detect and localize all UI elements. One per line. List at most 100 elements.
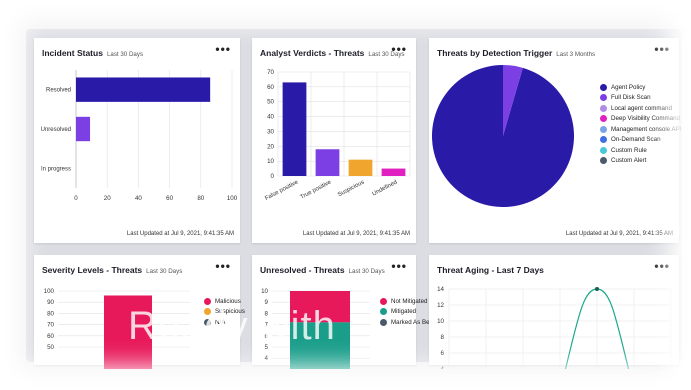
card-subtitle: Last 30 Days — [348, 268, 385, 275]
x-tick-label: False positive — [264, 179, 300, 202]
analyst-verdicts-card: Analyst Verdicts - Threats Last 30 Days •… — [252, 38, 416, 243]
data-point — [595, 287, 599, 291]
x-tick-label: Undefined — [371, 179, 398, 197]
y-tick-label: 100 — [44, 288, 55, 295]
detection-trigger-card: Threats by Detection Trigger Last 3 Month… — [429, 38, 682, 243]
legend-dot — [380, 308, 387, 316]
y-tick-label: 10 — [267, 158, 274, 165]
card-title-text: Incident Status — [42, 48, 103, 58]
x-tick-label: 100 — [227, 195, 238, 202]
legend-dot — [600, 115, 607, 123]
y-tick-label: 4 — [441, 366, 445, 369]
more-options-icon[interactable]: ••• — [391, 259, 407, 273]
y-tick-label: 30 — [267, 128, 274, 135]
card-title-text: Threat Aging - Last 7 Days — [437, 265, 544, 275]
card-subtitle: Last 3 Months — [556, 51, 596, 58]
y-tick-label: 10 — [261, 288, 268, 295]
more-options-icon[interactable]: ••• — [391, 42, 407, 56]
x-tick-label: 60 — [166, 195, 173, 202]
more-options-icon[interactable]: ••• — [215, 42, 231, 56]
detection-trigger-pie — [432, 65, 574, 207]
card-title: Threat Aging - Last 7 Days — [437, 265, 548, 275]
legend-dot — [600, 157, 607, 165]
last-updated: Last Updated at Jul 9, 2021, 9:41:35 AM — [126, 231, 234, 237]
card-title-text: Severity Levels - Threats — [42, 265, 143, 275]
legend-item[interactable]: Custom Rule — [600, 145, 682, 156]
y-tick-label: Resolved — [46, 88, 71, 94]
y-tick-label: Unresolved — [41, 127, 71, 133]
legend-label: On-Demand Scan — [611, 136, 661, 144]
legend-dot — [600, 136, 607, 144]
x-tick-label: 0 — [74, 195, 78, 202]
card-subtitle: Last 30 Days — [146, 268, 183, 275]
legend-dot — [600, 125, 607, 133]
legend-dot — [380, 318, 387, 326]
legend-label: Deep Visibility Command — [611, 115, 681, 123]
legend-label: Management console API — [611, 125, 682, 133]
bar — [348, 159, 373, 176]
y-tick-label: 70 — [267, 69, 274, 76]
legend-item[interactable]: Management console API — [600, 124, 682, 135]
x-tick-label: 40 — [135, 195, 142, 202]
bar — [315, 149, 340, 176]
y-tick-label: 60 — [47, 333, 54, 340]
legend-label: Custom Alert — [611, 157, 647, 165]
x-tick-label: 80 — [197, 195, 204, 202]
card-title: Incident Status Last 30 Days — [42, 48, 143, 58]
legend-label: Custom Rule — [611, 146, 647, 154]
y-tick-label: 80 — [47, 310, 54, 317]
last-updated: Last Updated at Jul 9, 2021, 9:41:35 AM — [565, 231, 673, 237]
card-title-text: Analyst Verdicts - Threats — [260, 48, 365, 58]
legend-label: Mitigated — [391, 308, 417, 316]
legend-dot — [600, 83, 607, 91]
card-title: Threats by Detection Trigger Last 3 Month… — [437, 48, 595, 58]
card-title: Severity Levels - Threats Last 30 Days — [42, 265, 182, 275]
legend-label: Agent Policy — [611, 83, 646, 91]
y-tick-label: 50 — [267, 99, 274, 106]
legend-label: Not Mitigated — [391, 297, 428, 305]
y-tick-label: 90 — [47, 299, 54, 306]
y-tick-label: 6 — [441, 350, 445, 357]
card-title: Analyst Verdicts - Threats Last 30 Days — [260, 48, 405, 58]
more-options-icon[interactable]: ••• — [654, 259, 670, 273]
last-updated: Last Updated at Jul 9, 2021, 9:41:35 AM — [302, 231, 410, 237]
legend-dot — [380, 297, 387, 305]
legend-item[interactable]: Deep Visibility Command — [600, 114, 682, 125]
y-tick-label: 0 — [271, 173, 275, 180]
y-tick-label: 60 — [267, 84, 274, 91]
legend-label: Local agent command — [611, 104, 672, 112]
bar — [76, 116, 91, 142]
card-title: Unresolved - Threats Last 30 Days — [260, 265, 385, 275]
y-tick-label: 50 — [47, 344, 54, 351]
legend-item[interactable]: Custom Alert — [600, 156, 682, 167]
incident-status-chart: 0 20 40 60 80 100 Resolved Unresolved In progres… — [41, 70, 238, 202]
bar — [282, 82, 307, 176]
legend-dot — [600, 94, 607, 102]
legend-item[interactable]: On-Demand Scan — [600, 135, 682, 146]
threat-aging-card: Threat Aging - Last 7 Days ••• 14 12 10 8 6 4 — [429, 255, 679, 369]
dashboard: Incident Status Last 30 Days ••• 0 20 40 60 8… — [26, 29, 682, 369]
more-options-icon[interactable]: ••• — [654, 42, 670, 56]
legend-item[interactable]: Full Disk Scan — [600, 93, 682, 104]
x-tick-label: Suspicious — [337, 179, 365, 198]
x-tick-label: 20 — [104, 195, 111, 202]
legend-item[interactable]: Agent Policy — [600, 82, 682, 93]
legend-dot — [600, 146, 607, 154]
bar — [381, 168, 406, 176]
legend-label: Full Disk Scan — [611, 94, 651, 102]
y-tick-label: 20 — [267, 143, 274, 150]
card-subtitle: Last 30 Days — [106, 51, 144, 58]
legend-item[interactable]: Local agent command — [600, 103, 682, 114]
legend-dot — [600, 104, 607, 112]
y-tick-label: 40 — [267, 114, 274, 121]
y-tick-label: 4 — [265, 355, 269, 362]
threat-aging-chart: 14 12 10 8 6 4 — [437, 286, 672, 369]
overlay-caption: Ready with — [128, 304, 336, 348]
card-title-text: Threats by Detection Trigger — [437, 48, 553, 58]
y-tick-label: In progress — [41, 166, 71, 172]
detection-trigger-legend: Agent Policy Full Disk Scan Local agent co… — [600, 82, 682, 166]
more-options-icon[interactable]: ••• — [215, 259, 231, 273]
y-tick-label: 8 — [441, 334, 445, 341]
y-tick-label: 10 — [437, 318, 444, 325]
incident-status-card: Incident Status Last 30 Days ••• 0 20 40 60 8… — [34, 38, 240, 243]
